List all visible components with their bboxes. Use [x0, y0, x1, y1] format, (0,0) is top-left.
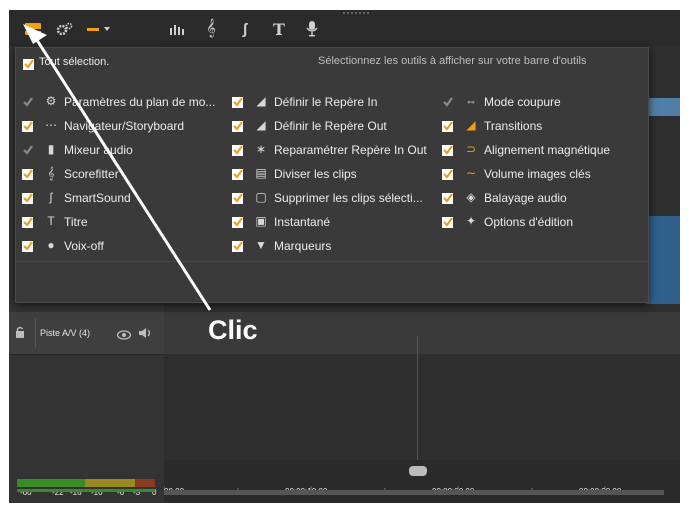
- app-window: 𝄞 ʃ T Piste A/V (4) 00.00 0: [9, 10, 680, 503]
- annotation-label: Clic: [208, 315, 258, 345]
- annotation-arrow: [23, 24, 212, 311]
